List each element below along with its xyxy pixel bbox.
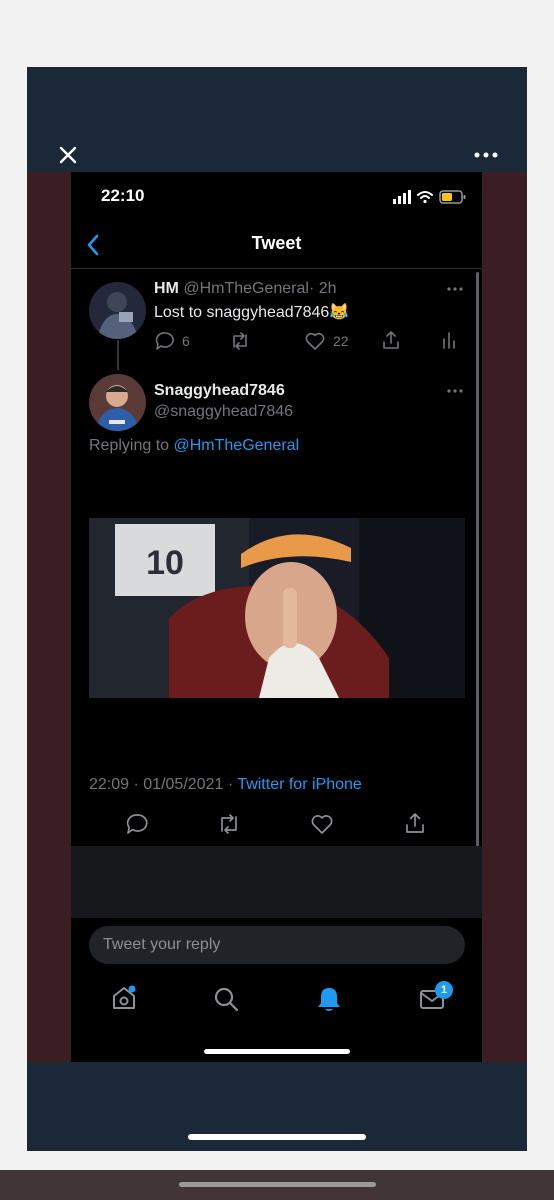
tweet-date: 01/05/2021 — [143, 776, 224, 793]
share-icon[interactable] — [381, 330, 401, 350]
tweet-meta: 22:09 · 01/05/2021 · Twitter for iPhone — [89, 776, 362, 794]
tweet-text: Lost to snaggyhead7846😹 — [154, 304, 350, 321]
handle[interactable]: @HmTheGeneral — [183, 280, 309, 297]
search-icon[interactable] — [213, 986, 239, 1012]
retweet-icon[interactable] — [229, 332, 251, 350]
reply-icon[interactable] — [155, 331, 175, 351]
replying-to-link[interactable]: @HmTheGeneral — [174, 437, 300, 454]
analytics-icon[interactable] — [441, 331, 457, 349]
more-options-icon[interactable] — [474, 150, 498, 160]
separator: · — [227, 776, 234, 793]
status-icons — [393, 190, 466, 204]
wifi-icon — [417, 191, 433, 204]
reply-count: 6 — [182, 333, 190, 349]
share-icon[interactable] — [404, 812, 426, 834]
separator: · — [308, 280, 315, 297]
tweet-media[interactable]: 10 — [89, 518, 465, 698]
page-title: Tweet — [251, 233, 302, 253]
home-indicator[interactable] — [204, 1049, 350, 1054]
tweet-more-icon[interactable] — [446, 388, 464, 394]
replying-to: Replying to @HmTheGeneral — [89, 437, 299, 455]
home-icon[interactable] — [110, 984, 138, 1012]
battery-icon — [439, 190, 466, 204]
reply-icon[interactable] — [126, 813, 148, 835]
messages-badge: 1 — [435, 981, 453, 999]
avatar-snaggyhead[interactable] — [89, 374, 146, 431]
thread-line — [117, 340, 119, 370]
signal-icon — [393, 190, 411, 204]
tweet-more-icon[interactable] — [446, 286, 464, 292]
tweet-source[interactable]: Twitter for iPhone — [237, 776, 362, 793]
tweet-time: 22:09 — [89, 776, 130, 793]
like-count: 22 — [333, 333, 349, 349]
scroll-indicator — [179, 1182, 376, 1187]
tweet-age: 2h — [318, 280, 337, 297]
status-time: 22:10 — [101, 186, 145, 205]
display-name[interactable]: Snaggyhead7846 — [154, 382, 285, 400]
media-photo: 10 — [89, 518, 465, 698]
parent-tweet-header: HM @HmTheGeneral· 2h — [154, 280, 337, 298]
display-name[interactable]: HM — [154, 280, 179, 297]
retweet-icon[interactable] — [217, 814, 241, 834]
header-divider — [71, 268, 482, 269]
handle[interactable]: @snaggyhead7846 — [154, 403, 293, 421]
jersey-number: 10 — [146, 544, 184, 582]
avatar-hm[interactable] — [89, 282, 146, 339]
replying-prefix: Replying to — [89, 437, 170, 454]
empty-replies-area — [71, 846, 482, 918]
like-icon[interactable] — [305, 332, 325, 350]
scrollbar[interactable] — [476, 272, 479, 852]
notifications-icon[interactable] — [316, 985, 342, 1013]
reply-placeholder: Tweet your reply — [103, 936, 221, 953]
close-icon[interactable] — [56, 143, 80, 167]
separator: · — [133, 776, 139, 793]
like-icon[interactable] — [311, 814, 333, 834]
home-indicator[interactable] — [188, 1134, 366, 1140]
